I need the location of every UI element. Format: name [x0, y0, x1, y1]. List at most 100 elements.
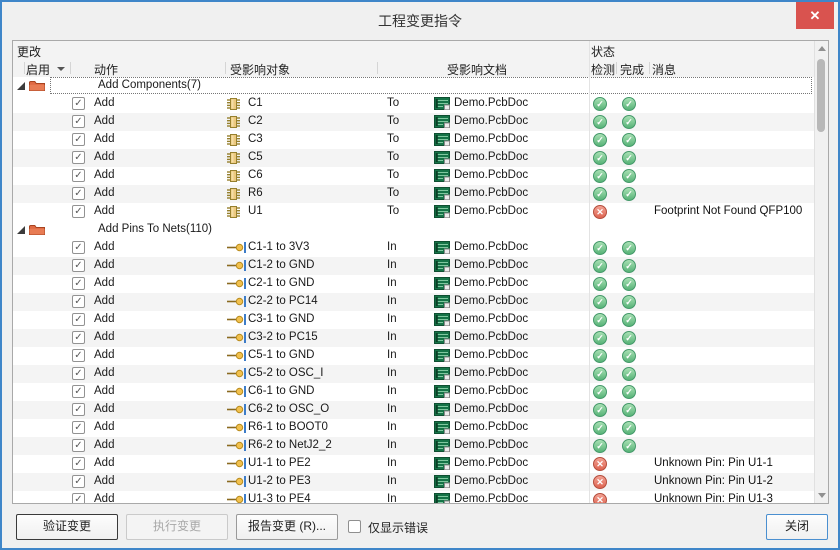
row-enable-checkbox[interactable]: ✓ [72, 295, 85, 308]
action-cell: Add [94, 295, 115, 307]
message-cell: Unknown Pin: Pin U1-1 [654, 457, 773, 469]
row-enable-checkbox[interactable]: ✓ [72, 349, 85, 362]
row-enable-checkbox[interactable]: ✓ [72, 403, 85, 416]
row-enable-checkbox[interactable]: ✓ [72, 115, 85, 128]
table-row[interactable]: ✓ Add U1-2 to PE3 In Demo.PcbDoc ✕ Unknown Pin… [13, 473, 815, 491]
table-row[interactable]: ✓ Add C6-2 to OSC_O In Demo.PcbDoc ✓ ✓ [13, 401, 815, 419]
affected-document-cell: Demo.PcbDoc [454, 349, 529, 361]
only-show-errors-checkbox[interactable] [348, 520, 361, 533]
row-enable-checkbox[interactable]: ✓ [72, 277, 85, 290]
status-ok-icon: ✓ [593, 313, 607, 327]
affected-document-cell: Demo.PcbDoc [454, 169, 529, 181]
row-enable-checkbox[interactable]: ✓ [72, 133, 85, 146]
row-enable-checkbox[interactable]: ✓ [72, 241, 85, 254]
table-row[interactable]: ✓ Add C5-2 to OSC_I In Demo.PcbDoc ✓ ✓ [13, 365, 815, 383]
sort-down-icon[interactable] [57, 67, 65, 71]
scroll-down-icon[interactable] [818, 493, 826, 498]
table-row[interactable]: ✓ Add C1-1 to 3V3 In Demo.PcbDoc ✓ ✓ [13, 239, 815, 257]
row-enable-checkbox[interactable]: ✓ [72, 367, 85, 380]
table-row[interactable]: ✓ Add U1-3 to PE4 In Demo.PcbDoc ✕ Unknown Pin… [13, 491, 815, 503]
status-error-icon: ✕ [593, 457, 607, 471]
row-enable-checkbox[interactable]: ✓ [72, 331, 85, 344]
status-ok-icon: ✓ [622, 367, 636, 381]
row-enable-checkbox[interactable]: ✓ [72, 475, 85, 488]
row-enable-checkbox[interactable]: ✓ [72, 313, 85, 326]
group-row[interactable]: Add Components(7) [13, 77, 815, 95]
pcbdoc-icon [434, 421, 450, 437]
expand-triangle-icon[interactable] [17, 82, 25, 90]
pcbdoc-icon [434, 187, 450, 203]
affected-object-cell: U1-2 to PE3 [248, 475, 311, 487]
table-row[interactable]: ✓ Add R6-2 to NetJ2_2 In Demo.PcbDoc ✓ ✓ [13, 437, 815, 455]
execute-changes-button[interactable]: 执行变更 [126, 514, 228, 540]
table-row[interactable]: ✓ Add C2-2 to PC14 In Demo.PcbDoc ✓ ✓ [13, 293, 815, 311]
col-document-header[interactable]: 受影响文档 [447, 61, 507, 78]
col-object-header[interactable]: 受影响对象 [230, 61, 290, 78]
table-row[interactable]: ✓ Add C3 To Demo.PcbDoc ✓ ✓ [13, 131, 815, 149]
col-done-header[interactable]: 完成 [620, 61, 644, 78]
vertical-scrollbar[interactable] [814, 41, 828, 503]
close-icon[interactable]: ✕ [796, 2, 834, 29]
action-cell: Add [94, 169, 115, 181]
row-enable-checkbox[interactable]: ✓ [72, 187, 85, 200]
status-ok-icon: ✓ [593, 133, 607, 147]
table-row[interactable]: ✓ Add R6 To Demo.PcbDoc ✓ ✓ [13, 185, 815, 203]
component-icon [227, 187, 240, 204]
status-ok-icon: ✓ [593, 151, 607, 165]
row-enable-checkbox[interactable]: ✓ [72, 439, 85, 452]
row-enable-checkbox[interactable]: ✓ [72, 169, 85, 182]
affected-object-cell: C2-1 to GND [248, 277, 315, 289]
group-row[interactable]: Add Pins To Nets(110) [13, 221, 815, 239]
pin-icon [227, 331, 247, 347]
pcbdoc-icon [434, 241, 450, 257]
table-row[interactable]: ✓ Add C1 To Demo.PcbDoc ✓ ✓ [13, 95, 815, 113]
col-action-header[interactable]: 动作 [94, 61, 118, 78]
column-separator [225, 62, 226, 74]
row-enable-checkbox[interactable]: ✓ [72, 97, 85, 110]
status-ok-icon: ✓ [593, 421, 607, 435]
affected-document-cell: Demo.PcbDoc [454, 403, 529, 415]
row-enable-checkbox[interactable]: ✓ [72, 151, 85, 164]
row-enable-checkbox[interactable]: ✓ [72, 457, 85, 470]
pcbdoc-icon [434, 457, 450, 473]
pcbdoc-icon [434, 367, 450, 383]
row-enable-checkbox[interactable]: ✓ [72, 205, 85, 218]
status-ok-icon: ✓ [593, 295, 607, 309]
affected-document-cell: Demo.PcbDoc [454, 313, 529, 325]
table-row[interactable]: ✓ Add C3-2 to PC15 In Demo.PcbDoc ✓ ✓ [13, 329, 815, 347]
table-row[interactable]: ✓ Add C5-1 to GND In Demo.PcbDoc ✓ ✓ [13, 347, 815, 365]
col-enable-header[interactable]: 启用 [26, 61, 50, 78]
table-row[interactable]: ✓ Add U1-1 to PE2 In Demo.PcbDoc ✕ Unknown Pin… [13, 455, 815, 473]
affected-document-cell: Demo.PcbDoc [454, 133, 529, 145]
col-check-header[interactable]: 检测 [591, 61, 615, 78]
row-enable-checkbox[interactable]: ✓ [72, 259, 85, 272]
affected-object-cell: U1 [248, 205, 263, 217]
table-row[interactable]: ✓ Add C3-1 to GND In Demo.PcbDoc ✓ ✓ [13, 311, 815, 329]
scrollbar-thumb[interactable] [817, 59, 825, 132]
table-row[interactable]: ✓ Add C6-1 to GND In Demo.PcbDoc ✓ ✓ [13, 383, 815, 401]
table-row[interactable]: ✓ Add R6-1 to BOOT0 In Demo.PcbDoc ✓ ✓ [13, 419, 815, 437]
row-enable-checkbox[interactable]: ✓ [72, 385, 85, 398]
close-button[interactable]: 关闭 [766, 514, 828, 540]
table-row[interactable]: ✓ Add C2-1 to GND In Demo.PcbDoc ✓ ✓ [13, 275, 815, 293]
scroll-up-icon[interactable] [818, 46, 826, 51]
affected-object-cell: C3 [248, 133, 263, 145]
affected-object-cell: C3-1 to GND [248, 313, 315, 325]
pin-icon [227, 475, 247, 491]
validate-changes-button[interactable]: 验证变更 [16, 514, 118, 540]
expand-triangle-icon[interactable] [17, 226, 25, 234]
table-row[interactable]: ✓ Add C2 To Demo.PcbDoc ✓ ✓ [13, 113, 815, 131]
component-icon [227, 97, 240, 114]
report-changes-button[interactable]: 报告变更 (R)... [236, 514, 338, 540]
row-enable-checkbox[interactable]: ✓ [72, 493, 85, 503]
status-ok-icon: ✓ [622, 133, 636, 147]
table-row[interactable]: ✓ Add C6 To Demo.PcbDoc ✓ ✓ [13, 167, 815, 185]
row-enable-checkbox[interactable]: ✓ [72, 421, 85, 434]
table-row[interactable]: ✓ Add C1-2 to GND In Demo.PcbDoc ✓ ✓ [13, 257, 815, 275]
status-ok-icon: ✓ [622, 403, 636, 417]
affected-document-cell: Demo.PcbDoc [454, 205, 529, 217]
col-message-header[interactable]: 消息 [652, 61, 676, 78]
table-row[interactable]: ✓ Add C5 To Demo.PcbDoc ✓ ✓ [13, 149, 815, 167]
table-row[interactable]: ✓ Add U1 To Demo.PcbDoc ✕ Footprint Not Found … [13, 203, 815, 221]
direction-cell: To [387, 115, 400, 127]
